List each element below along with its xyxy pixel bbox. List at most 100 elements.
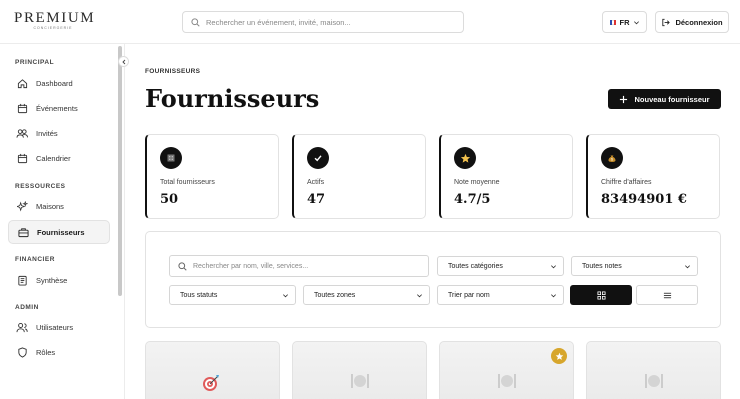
zone-select-value: Toutes zones <box>314 291 356 299</box>
logout-button[interactable]: Déconnexion <box>655 11 729 33</box>
check-icon <box>307 147 329 169</box>
sidebar-section-financier: FINANCIER <box>15 256 55 263</box>
star-icon <box>454 147 476 169</box>
stat-card-actifs: Actifs 47 <box>292 134 426 219</box>
language-selector[interactable]: FR <box>602 11 647 33</box>
target-icon <box>200 372 222 399</box>
status-select-value: Tous statuts <box>180 291 218 299</box>
building-icon <box>160 147 182 169</box>
sidebar-scrollbar[interactable] <box>118 46 122 296</box>
chevron-down-icon <box>417 293 422 297</box>
chevron-down-icon <box>633 20 639 24</box>
chevron-down-icon <box>551 264 556 268</box>
featured-star-icon[interactable] <box>551 348 567 364</box>
sidebar-item-invites[interactable]: Invités <box>8 122 110 144</box>
stat-value: 83494901 € <box>601 192 687 207</box>
sidebar: PRINCIPAL Dashboard Événements Invités C… <box>0 44 129 399</box>
sidebar-item-utilisateurs[interactable]: Utilisateurs <box>8 316 110 338</box>
search-icon <box>178 261 187 271</box>
breadcrumb: FOURNISSEURS <box>145 68 201 75</box>
chevron-down-icon <box>283 293 288 297</box>
stat-label: Note moyenne <box>454 179 500 186</box>
dining-icon <box>496 370 518 397</box>
user-group-icon <box>16 321 28 333</box>
sidebar-item-label: Fournisseurs <box>37 227 85 237</box>
sidebar-item-label: Rôles <box>36 347 56 357</box>
filter-panel: Rechercher par nom, ville, services... T… <box>145 231 721 328</box>
sidebar-section-principal: PRINCIPAL <box>15 59 55 66</box>
shield-icon <box>16 346 28 358</box>
supplier-card[interactable] <box>292 341 427 399</box>
svg-text:$: $ <box>611 158 613 162</box>
grid-view-button[interactable] <box>570 285 632 305</box>
stat-value: 47 <box>307 192 326 207</box>
sparkle-icon <box>16 200 28 212</box>
chevron-down-icon <box>685 264 690 268</box>
stat-label: Chiffre d'affaires <box>601 179 652 186</box>
status-select[interactable]: Tous statuts <box>169 285 296 305</box>
brand-name: PREMIUM <box>14 10 96 26</box>
supplier-card[interactable] <box>145 341 280 399</box>
sidebar-item-roles[interactable]: Rôles <box>8 341 110 363</box>
category-select[interactable]: Toutes catégories <box>437 256 564 276</box>
stat-card-ca: $ Chiffre d'affaires 83494901 € <box>586 134 720 219</box>
top-header: PREMIUM CONCIERGERIE Rechercher un événe… <box>0 0 740 44</box>
sidebar-item-dashboard[interactable]: Dashboard <box>8 72 110 94</box>
flag-fr-icon <box>609 19 617 25</box>
brand-logo[interactable]: PREMIUM CONCIERGERIE <box>14 10 96 31</box>
chevron-left-icon <box>121 59 125 64</box>
sidebar-item-maisons[interactable]: Maisons <box>8 195 110 217</box>
page-title: Fournisseurs <box>145 84 320 113</box>
global-search-placeholder: Rechercher un événement, invité, maison.… <box>206 17 351 27</box>
rating-select-value: Toutes notes <box>582 262 622 270</box>
list-view-button[interactable] <box>636 285 698 305</box>
sidebar-item-label: Maisons <box>36 201 64 211</box>
new-supplier-label: Nouveau fournisseur <box>634 94 710 104</box>
logout-icon <box>662 18 671 26</box>
sidebar-item-evenements[interactable]: Événements <box>8 97 110 119</box>
supplier-card[interactable] <box>439 341 574 399</box>
new-supplier-button[interactable]: Nouveau fournisseur <box>608 89 721 109</box>
supplier-search-placeholder: Rechercher par nom, ville, services... <box>193 262 309 270</box>
sort-select-value: Trier par nom <box>448 291 490 299</box>
sidebar-item-fournisseurs[interactable]: Fournisseurs <box>8 220 110 244</box>
stat-value: 4.7/5 <box>454 192 491 207</box>
supplier-search-input[interactable]: Rechercher par nom, ville, services... <box>169 255 429 277</box>
home-icon <box>16 77 28 89</box>
global-search-input[interactable]: Rechercher un événement, invité, maison.… <box>182 11 464 33</box>
sort-select[interactable]: Trier par nom <box>437 285 564 305</box>
briefcase-icon <box>17 226 29 238</box>
users-icon <box>16 127 28 139</box>
stat-label: Actifs <box>307 179 325 186</box>
dining-icon <box>643 370 665 397</box>
money-bag-icon: $ <box>601 147 623 169</box>
sidebar-item-label: Événements <box>36 103 78 113</box>
stat-value: 50 <box>160 192 179 207</box>
category-select-value: Toutes catégories <box>448 262 503 270</box>
sidebar-collapse-button[interactable] <box>118 56 129 67</box>
logout-label: Déconnexion <box>675 17 723 27</box>
sidebar-item-label: Invités <box>36 128 58 138</box>
sidebar-item-label: Utilisateurs <box>36 322 74 332</box>
stat-card-note: Note moyenne 4.7/5 <box>439 134 573 219</box>
list-icon <box>663 292 671 298</box>
grid-icon <box>596 290 606 300</box>
zone-select[interactable]: Toutes zones <box>303 285 430 305</box>
calendar-icon <box>16 102 28 114</box>
receipt-icon <box>16 274 28 286</box>
sidebar-item-label: Dashboard <box>36 78 73 88</box>
plus-icon <box>620 95 628 103</box>
sidebar-item-label: Calendrier <box>36 153 71 163</box>
language-label: FR <box>619 17 630 27</box>
rating-select[interactable]: Toutes notes <box>571 256 698 276</box>
supplier-card[interactable] <box>586 341 721 399</box>
sidebar-item-calendrier[interactable]: Calendrier <box>8 147 110 169</box>
calendar-icon <box>16 152 28 164</box>
sidebar-item-synthese[interactable]: Synthèse <box>8 269 110 291</box>
sidebar-item-label: Synthèse <box>36 275 68 285</box>
sidebar-section-admin: ADMIN <box>15 304 39 311</box>
stat-card-total: Total fournisseurs 50 <box>145 134 279 219</box>
sidebar-section-ressources: RESSOURCES <box>15 183 66 190</box>
chevron-down-icon <box>551 293 556 297</box>
dining-icon <box>349 370 371 397</box>
